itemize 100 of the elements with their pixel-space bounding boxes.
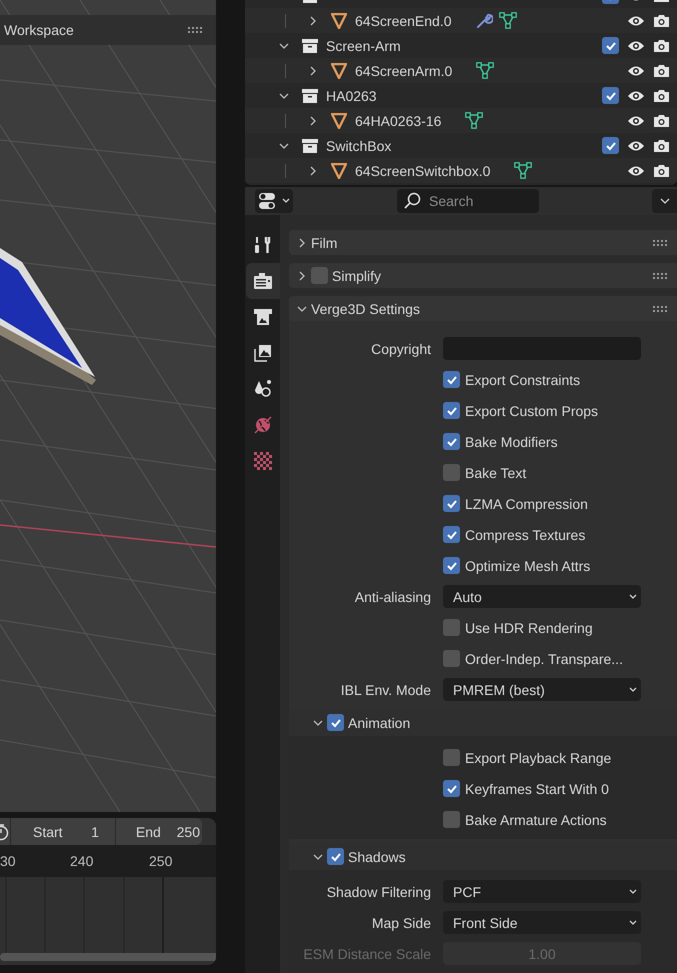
field-label: ESM Distance Scale bbox=[302, 946, 431, 962]
caret-icon[interactable] bbox=[279, 90, 289, 100]
eye-icon[interactable] bbox=[627, 64, 645, 76]
mesh-data-icon[interactable] bbox=[514, 162, 532, 179]
camera-icon[interactable] bbox=[653, 88, 670, 102]
collection-box-icon bbox=[302, 38, 318, 52]
checkbox[interactable] bbox=[327, 848, 344, 865]
collection-box-icon bbox=[302, 88, 318, 102]
collection-name[interactable]: HA0263 bbox=[326, 88, 377, 104]
panel-header[interactable]: Film bbox=[289, 230, 677, 255]
checkbox[interactable] bbox=[443, 780, 460, 797]
dropdown[interactable]: PMREM (best) bbox=[443, 678, 641, 701]
search-input[interactable]: Search bbox=[427, 192, 527, 210]
object-name[interactable]: 64HA0263-16 bbox=[355, 112, 442, 128]
eye-icon[interactable] bbox=[627, 114, 645, 126]
caret-icon[interactable] bbox=[297, 304, 307, 314]
wrench-icon[interactable] bbox=[476, 12, 493, 29]
checkbox[interactable] bbox=[443, 749, 460, 766]
checkbox-label[interactable]: Optimize Mesh Attrs bbox=[465, 558, 590, 574]
caret-icon[interactable] bbox=[313, 852, 323, 862]
subpanel-title: Shadows bbox=[348, 848, 406, 864]
stopwatch-icon[interactable] bbox=[0, 822, 10, 840]
dropdown[interactable]: Front Side bbox=[443, 911, 641, 934]
checkbox[interactable] bbox=[327, 714, 344, 731]
caret-icon[interactable] bbox=[308, 116, 318, 126]
dropdown[interactable]: Auto bbox=[443, 585, 641, 608]
caret-icon[interactable] bbox=[297, 270, 307, 280]
caret-icon[interactable] bbox=[308, 166, 318, 176]
checkbox[interactable] bbox=[443, 371, 460, 388]
caret-icon bbox=[660, 198, 670, 204]
collection-name[interactable]: Screen-Arm bbox=[326, 38, 401, 54]
caret-icon[interactable] bbox=[308, 16, 318, 26]
camera-icon[interactable] bbox=[653, 64, 670, 78]
dropdown[interactable]: PCF bbox=[443, 880, 641, 903]
eye-icon[interactable] bbox=[627, 90, 645, 102]
checkbox-label[interactable]: Export Custom Props bbox=[465, 402, 598, 418]
drag-handle-icon[interactable] bbox=[188, 27, 202, 33]
checkbox[interactable] bbox=[443, 526, 460, 543]
checkbox[interactable] bbox=[443, 464, 460, 481]
checkbox-label[interactable]: Bake Modifiers bbox=[465, 434, 558, 450]
camera-back-icon bbox=[253, 272, 273, 290]
checkbox-label[interactable]: Compress Textures bbox=[465, 526, 586, 542]
drag-handle-icon[interactable] bbox=[653, 272, 667, 278]
camera-icon[interactable] bbox=[653, 164, 670, 178]
drag-handle-icon[interactable] bbox=[653, 240, 667, 246]
eye-icon[interactable] bbox=[627, 14, 645, 26]
checkbox-label[interactable]: LZMA Compression bbox=[465, 496, 588, 512]
checkmark-icon bbox=[446, 404, 458, 416]
caret-icon[interactable] bbox=[313, 718, 323, 728]
checkbox[interactable] bbox=[602, 87, 619, 104]
properties-tab[interactable] bbox=[246, 263, 280, 299]
eye-icon[interactable] bbox=[627, 164, 645, 176]
checkbox[interactable] bbox=[443, 495, 460, 512]
checkbox[interactable] bbox=[443, 402, 460, 419]
checkbox[interactable] bbox=[443, 557, 460, 574]
options-dropdown[interactable] bbox=[652, 189, 677, 213]
checkbox[interactable] bbox=[311, 267, 328, 284]
mesh-data-icon[interactable] bbox=[498, 12, 517, 29]
checkbox-label[interactable]: Bake Text bbox=[465, 464, 526, 480]
camera-icon[interactable] bbox=[653, 38, 670, 52]
caret-icon[interactable] bbox=[297, 238, 307, 248]
editor-type-button[interactable] bbox=[255, 189, 293, 213]
checkbox-label[interactable]: Order-Indep. Transpare... bbox=[465, 650, 623, 666]
object-name[interactable]: 64ScreenEnd.0 bbox=[355, 12, 452, 28]
checkmark-icon bbox=[446, 782, 458, 794]
caret-icon[interactable] bbox=[279, 140, 289, 150]
search-field[interactable]: Search bbox=[397, 189, 539, 213]
camera-icon[interactable] bbox=[653, 114, 670, 128]
mesh-data-icon[interactable] bbox=[465, 112, 484, 129]
eye-icon[interactable] bbox=[627, 40, 645, 52]
mesh-data-icon[interactable] bbox=[476, 62, 494, 79]
checkbox-label[interactable]: Use HDR Rendering bbox=[465, 620, 593, 636]
checkbox-label[interactable]: Bake Armature Actions bbox=[465, 812, 607, 828]
panel-header[interactable]: Simplify bbox=[289, 263, 677, 288]
checkmark-icon bbox=[446, 436, 458, 448]
field-label: IBL Env. Mode bbox=[340, 682, 431, 698]
panel-title: Simplify bbox=[332, 268, 382, 284]
camera-icon[interactable] bbox=[653, 138, 670, 152]
caret-icon[interactable] bbox=[308, 66, 318, 76]
checkbox[interactable] bbox=[443, 433, 460, 450]
collection-name[interactable]: SwitchBox bbox=[326, 138, 392, 154]
checkbox-label[interactable]: Keyframes Start With 0 bbox=[465, 780, 609, 796]
checkbox-label[interactable]: Export Constraints bbox=[465, 372, 580, 388]
eye-icon[interactable] bbox=[627, 140, 645, 152]
panel-header[interactable]: Verge3D Settings bbox=[289, 296, 677, 321]
caret-icon[interactable] bbox=[279, 40, 289, 50]
field-label: Anti-aliasing bbox=[354, 588, 431, 604]
checkbox[interactable] bbox=[602, 137, 619, 154]
camera-icon[interactable] bbox=[653, 14, 670, 28]
checkbox[interactable] bbox=[602, 37, 619, 54]
field-label: Copyright bbox=[370, 340, 431, 356]
checkbox[interactable] bbox=[443, 650, 460, 667]
object-name[interactable]: 64ScreenArm.0 bbox=[355, 62, 452, 78]
drag-handle-icon[interactable] bbox=[653, 306, 667, 312]
checkbox-label[interactable]: Export Playback Range bbox=[465, 750, 612, 766]
frame-number: 240 bbox=[70, 853, 94, 869]
screwdriver-wrench-icon bbox=[253, 235, 273, 255]
checkbox[interactable] bbox=[443, 619, 460, 636]
checkbox[interactable] bbox=[443, 811, 460, 828]
frame-number: 30 bbox=[0, 853, 16, 869]
